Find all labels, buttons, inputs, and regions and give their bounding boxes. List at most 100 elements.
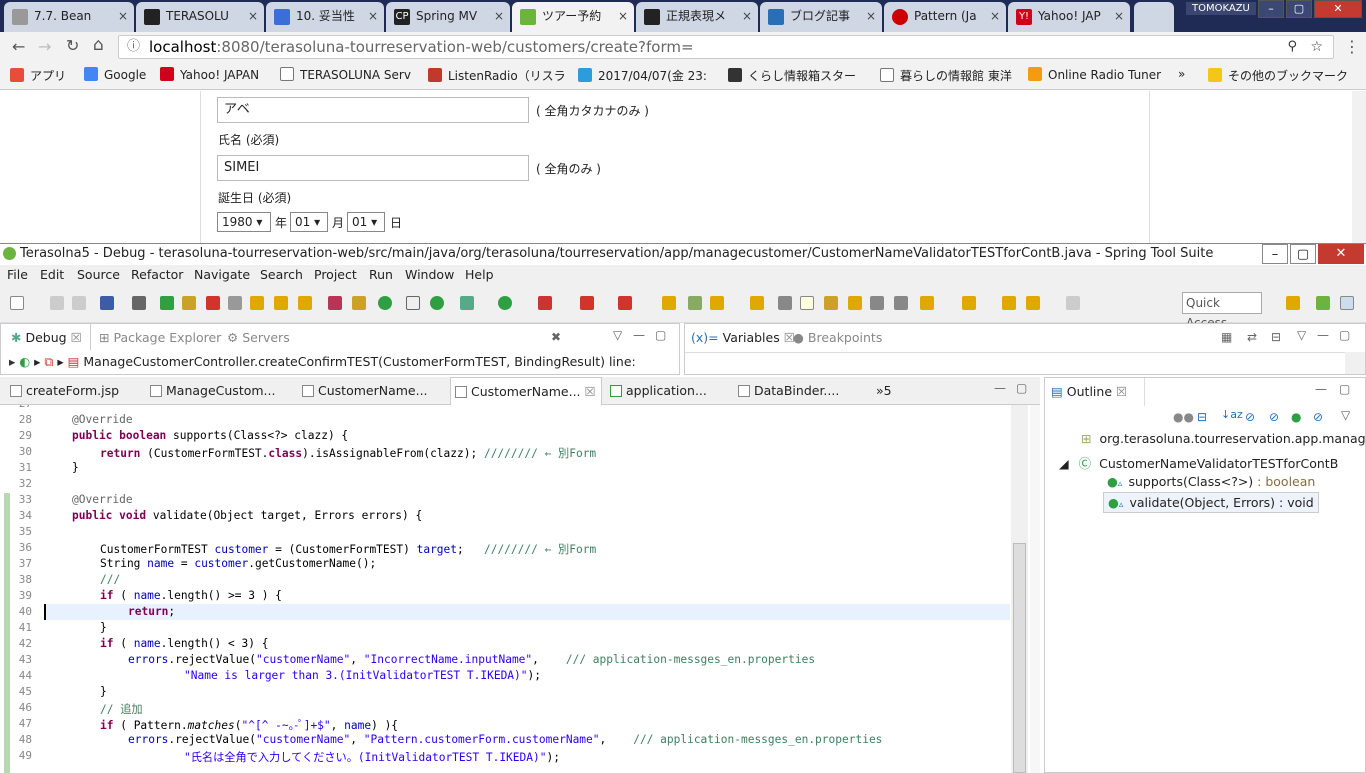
- browser-tab-8[interactable]: Pattern (Ja ×: [884, 2, 1006, 32]
- close-icon[interactable]: ☒: [585, 384, 596, 399]
- bookmark-kurashi[interactable]: くらし情報箱スター: [728, 67, 856, 84]
- forward-icon[interactable]: →: [38, 37, 51, 56]
- last-edit-icon[interactable]: [1002, 296, 1016, 310]
- menu-source[interactable]: Source: [77, 267, 120, 282]
- code-line[interactable]: CustomerFormTEST customer = (CustomerFor…: [44, 541, 596, 557]
- quick-access-input[interactable]: Quick Access: [1182, 292, 1262, 330]
- variables-scrollbar[interactable]: [1345, 352, 1365, 374]
- code-line[interactable]: @Override: [44, 413, 133, 426]
- code-editor[interactable]: 27 28 @Override 29 public boolean supports(C…: [0, 405, 1040, 773]
- expand-icon[interactable]: ▸: [9, 354, 15, 369]
- sort-icon[interactable]: ↓az: [1221, 408, 1243, 421]
- close-icon[interactable]: ×: [248, 2, 258, 30]
- external-tools-icon[interactable]: [618, 296, 632, 310]
- browser-tab-5-active[interactable]: ツアー予約 ×: [512, 2, 634, 32]
- tab-outline-label[interactable]: ▤ Outline ☒: [1051, 384, 1127, 399]
- code-line[interactable]: }: [44, 621, 107, 634]
- new-icon[interactable]: [10, 296, 24, 310]
- close-icon[interactable]: ×: [1114, 2, 1124, 30]
- public-only-icon[interactable]: ●: [1291, 410, 1301, 424]
- bookmark-listenradio[interactable]: ListenRadio（リスラ: [428, 67, 566, 84]
- close-icon[interactable]: ×: [990, 2, 1000, 30]
- save-all-icon[interactable]: [72, 296, 86, 310]
- new-tab-button[interactable]: [1134, 2, 1174, 32]
- close-icon[interactable]: ☒: [71, 330, 82, 345]
- bookmark-toyo[interactable]: 暮らしの情報館 東洋: [880, 67, 1012, 84]
- tab-package-explorer[interactable]: ⊞ Package Explorer: [99, 330, 221, 345]
- close-window-button[interactable]: ✕: [1314, 0, 1362, 18]
- resume-icon[interactable]: [160, 296, 174, 310]
- browser-tab-7[interactable]: ブログ記事 ×: [760, 2, 882, 32]
- menu-window[interactable]: Window: [405, 267, 454, 282]
- code-line[interactable]: "Name is larger than 3.(InitValidatorTES…: [44, 669, 541, 682]
- hide-fields-icon[interactable]: ●●: [1173, 410, 1194, 424]
- browser-tab-9[interactable]: Y! Yahoo! JAP ×: [1008, 2, 1130, 32]
- profile-name[interactable]: TOMOKAZU: [1186, 2, 1256, 15]
- code-line[interactable]: return;: [44, 605, 175, 618]
- menu-run[interactable]: Run: [369, 267, 393, 282]
- close-icon[interactable]: ×: [742, 2, 752, 30]
- maximize-editor-icon[interactable]: ▢: [1016, 381, 1027, 395]
- key-icon[interactable]: ⚲: [1287, 36, 1297, 58]
- drop-frame-icon[interactable]: [328, 296, 342, 310]
- code-line[interactable]: public boolean supports(Class<?> clazz) …: [44, 429, 348, 442]
- console-icon[interactable]: [100, 296, 114, 310]
- remove-terminated-icon[interactable]: ✖: [551, 330, 561, 344]
- variables-table[interactable]: [685, 352, 1345, 374]
- url-input[interactable]: ⓘ localhost:8080/terasoluna-tourreservat…: [118, 35, 1334, 59]
- show-whitespace-icon[interactable]: [870, 296, 884, 310]
- step-over-icon[interactable]: [274, 296, 288, 310]
- ide-close-button[interactable]: ✕: [1318, 244, 1364, 264]
- next-edit-icon[interactable]: [920, 296, 934, 310]
- disconnect-icon[interactable]: [228, 296, 242, 310]
- menu-icon[interactable]: ⋮: [1344, 37, 1360, 56]
- menu-file[interactable]: File: [7, 267, 28, 282]
- tab-servers[interactable]: ⚙ Servers: [227, 330, 290, 345]
- toggle-icon[interactable]: [406, 296, 420, 310]
- bookmark-terasoluna[interactable]: TERASOLUNA Serv: [280, 67, 411, 82]
- next-annotation-icon[interactable]: [848, 296, 862, 310]
- suspend-icon[interactable]: [182, 296, 196, 310]
- minimize-button[interactable]: –: [1258, 0, 1284, 18]
- code-line[interactable]: }: [44, 461, 79, 474]
- code-line[interactable]: }: [44, 685, 107, 698]
- bookmark-apps[interactable]: アプリ: [10, 67, 66, 84]
- editor-tab-customername-active[interactable]: CustomerName... ☒: [450, 377, 602, 405]
- run-icon[interactable]: [498, 296, 512, 310]
- step-return-icon[interactable]: [298, 296, 312, 310]
- code-line[interactable]: return (CustomerFormTEST.class).isAssign…: [44, 445, 596, 461]
- home-icon[interactable]: ⌂: [93, 35, 104, 55]
- code-line[interactable]: errors.rejectValue("customerName", "Inco…: [44, 653, 815, 666]
- code-line[interactable]: errors.rejectValue("customerName", "Patt…: [44, 733, 882, 746]
- browser-tab-1[interactable]: 7.7. Bean ×: [4, 2, 134, 32]
- view-menu-icon[interactable]: ▽: [613, 328, 622, 342]
- annotation-icon[interactable]: [824, 296, 838, 310]
- close-icon[interactable]: ×: [368, 2, 378, 30]
- tab-variables[interactable]: (x)= Variables ☒: [691, 330, 795, 345]
- editor-tab-application[interactable]: application...: [606, 377, 732, 405]
- close-icon[interactable]: ×: [866, 2, 876, 30]
- code-line[interactable]: if ( Pattern.matches("^[^ -~｡-ﾟ]+$", nam…: [44, 717, 398, 733]
- step-filter-icon[interactable]: [352, 296, 366, 310]
- close-icon[interactable]: ☒: [1116, 384, 1127, 399]
- minimize-view-icon[interactable]: —: [1315, 382, 1327, 396]
- view-menu-icon[interactable]: ▽: [1297, 328, 1306, 342]
- code-line[interactable]: @Override: [44, 493, 133, 506]
- menu-navigate[interactable]: Navigate: [194, 267, 250, 282]
- search-icon[interactable]: [710, 296, 724, 310]
- open-task-icon[interactable]: [688, 296, 702, 310]
- code-line[interactable]: ///: [44, 573, 120, 586]
- browser-tab-2[interactable]: TERASOLU ×: [136, 2, 264, 32]
- collapse-all-icon[interactable]: ⊟: [1197, 410, 1207, 424]
- minimize-editor-icon[interactable]: —: [994, 381, 1006, 395]
- maximize-view-icon[interactable]: ▢: [655, 328, 666, 342]
- month-select[interactable]: 01 ▾: [290, 212, 328, 232]
- open-type-icon[interactable]: [662, 296, 676, 310]
- close-icon[interactable]: ×: [494, 2, 504, 30]
- spring-icon[interactable]: [430, 296, 444, 310]
- open-folder-icon[interactable]: [750, 296, 764, 310]
- pin-icon[interactable]: [778, 296, 792, 310]
- menu-help[interactable]: Help: [465, 267, 494, 282]
- editor-tab-customername-1[interactable]: CustomerName...: [298, 377, 450, 405]
- code-line[interactable]: if ( name.length() >= 3 ) {: [44, 589, 282, 602]
